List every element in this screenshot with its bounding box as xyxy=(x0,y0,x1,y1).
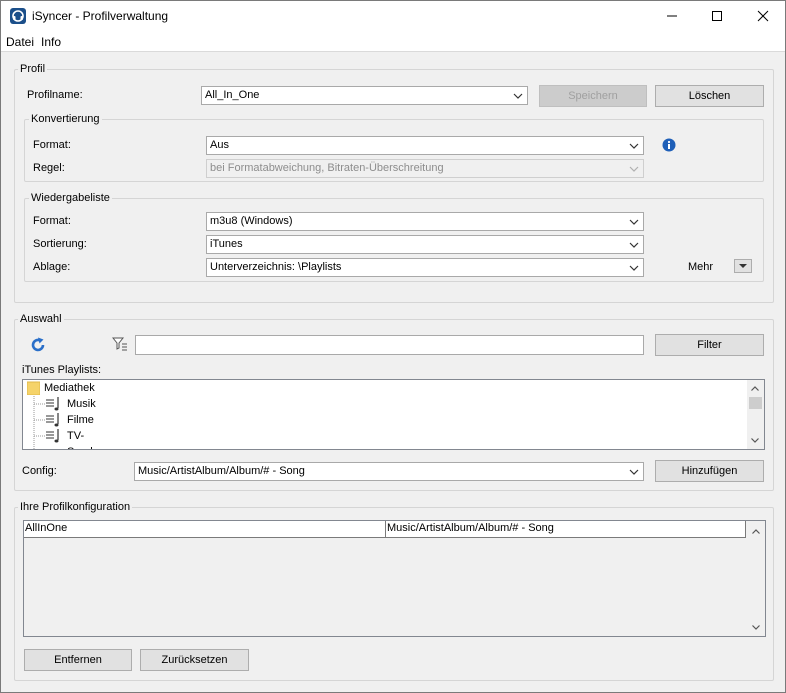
playlist-icon xyxy=(45,428,61,444)
itunes-playlists-label: iTunes Playlists: xyxy=(22,364,102,376)
speichern-button[interactable]: Speichern xyxy=(539,85,647,107)
wl-format-combo[interactable]: m3u8 (Windows) xyxy=(206,212,644,231)
profilname-combo[interactable]: All_In_One xyxy=(201,86,528,105)
table-scrollbar[interactable] xyxy=(748,521,765,636)
chevron-down-icon xyxy=(627,237,641,252)
playlist-tree[interactable]: Mediathek Musik Filme TV-Sendungen xyxy=(22,379,765,450)
profil-group-label: Profil xyxy=(18,63,48,75)
profilname-value: All_In_One xyxy=(205,89,260,101)
wl-ablage-combo[interactable]: Unterverzeichnis: \Playlists xyxy=(206,258,644,277)
info-icon[interactable] xyxy=(662,138,676,152)
config-value: Music/ArtistAlbum/Album/# - Song xyxy=(138,465,305,477)
folder-icon xyxy=(26,381,41,396)
scroll-up-icon[interactable] xyxy=(748,381,762,395)
konv-regel-combo[interactable]: bei Formatabweichung, Bitraten-Überschre… xyxy=(206,159,644,178)
scroll-thumb[interactable] xyxy=(749,397,762,409)
konv-regel-label: Regel: xyxy=(33,162,65,174)
auswahl-group-label: Auswahl xyxy=(18,313,64,325)
chevron-down-icon xyxy=(627,260,641,275)
window-title: iSyncer - Profilverwaltung xyxy=(32,9,169,23)
filter-button[interactable]: Filter xyxy=(655,334,764,356)
app-icon xyxy=(10,8,26,24)
wl-ablage-label: Ablage: xyxy=(33,261,71,273)
chevron-down-icon xyxy=(627,138,641,153)
entfernen-button[interactable]: Entfernen xyxy=(24,649,132,671)
chevron-down-icon xyxy=(627,214,641,229)
loeschen-button[interactable]: Löschen xyxy=(655,85,764,107)
tree-item-label: TV-Sendungen xyxy=(67,430,123,449)
tree-item-label: Musik xyxy=(67,398,96,410)
filter-icon xyxy=(111,336,128,352)
konv-regel-value: bei Formatabweichung, Bitraten-Überschre… xyxy=(210,162,444,174)
chevron-down-icon xyxy=(627,464,641,479)
chevron-down-icon xyxy=(627,161,641,176)
triangle-down-icon xyxy=(739,264,747,268)
menu-datei[interactable]: Datei xyxy=(6,35,34,49)
close-button[interactable] xyxy=(740,1,785,31)
konv-format-label: Format: xyxy=(33,139,71,151)
konv-format-combo[interactable]: Aus xyxy=(206,136,644,155)
wiedergabeliste-group-label: Wiedergabeliste xyxy=(29,192,112,204)
config-combo[interactable]: Music/ArtistAlbum/Album/# - Song xyxy=(134,462,644,481)
wl-format-value: m3u8 (Windows) xyxy=(210,215,293,227)
minimize-button[interactable] xyxy=(649,1,695,31)
hinzufuegen-button[interactable]: Hinzufügen xyxy=(655,460,764,482)
playlist-icon xyxy=(45,396,61,412)
menu-info[interactable]: Info xyxy=(41,35,61,49)
mehr-expand-button[interactable] xyxy=(734,259,752,273)
konvertierung-group-label: Konvertierung xyxy=(29,113,102,125)
konv-format-value: Aus xyxy=(210,139,229,151)
profile-config-table[interactable]: AllInOne Music/ArtistAlbum/Album/# - Son… xyxy=(23,520,766,637)
profilname-label: Profilname: xyxy=(27,89,83,101)
zuruecksetzen-button[interactable]: Zurücksetzen xyxy=(140,649,249,671)
scroll-down-icon[interactable] xyxy=(748,433,762,447)
scroll-down-icon[interactable] xyxy=(749,620,763,634)
profile-manager-window: iSyncer - Profilverwaltung Datei Info Pr… xyxy=(0,0,786,693)
tree-scrollbar[interactable] xyxy=(747,380,764,449)
menu-bar: Datei Info xyxy=(1,32,785,52)
tree-lines xyxy=(33,396,45,449)
config-label: Config: xyxy=(22,465,57,477)
tree-item-label: Mediathek xyxy=(44,382,95,394)
table-cell-config[interactable]: Music/ArtistAlbum/Album/# - Song xyxy=(386,521,746,538)
chevron-down-icon xyxy=(511,88,525,103)
playlist-icon xyxy=(45,412,61,428)
wl-format-label: Format: xyxy=(33,215,71,227)
wl-ablage-value: Unterverzeichnis: \Playlists xyxy=(210,261,342,273)
table-cell-name[interactable]: AllInOne xyxy=(24,521,386,538)
mehr-label: Mehr xyxy=(688,261,714,273)
title-bar: iSyncer - Profilverwaltung xyxy=(1,1,785,32)
refresh-icon[interactable] xyxy=(29,336,47,354)
profilkonfiguration-group-label: Ihre Profilkonfiguration xyxy=(18,501,133,513)
wl-sortierung-label: Sortierung: xyxy=(33,238,87,250)
wl-sortierung-combo[interactable]: iTunes xyxy=(206,235,644,254)
filter-input[interactable] xyxy=(135,335,644,355)
scroll-up-icon[interactable] xyxy=(749,524,763,538)
maximize-button[interactable] xyxy=(694,1,740,31)
tree-item-label: Filme xyxy=(67,414,94,426)
wl-sortierung-value: iTunes xyxy=(210,238,243,250)
